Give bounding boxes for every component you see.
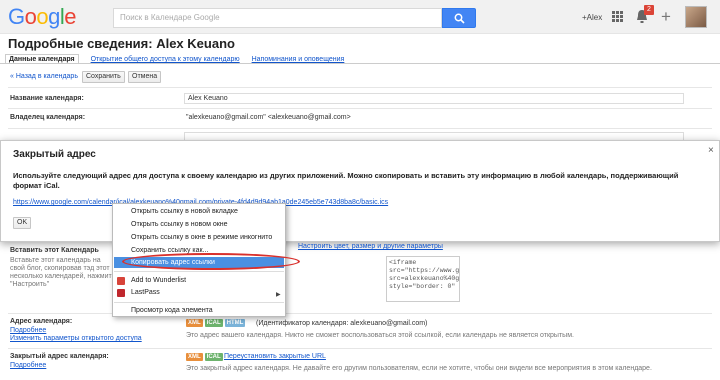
page-title: Подробные сведения: Alex Keuano xyxy=(8,36,235,51)
menu-item-open-new-window[interactable]: Открыть ссылку в новом окне xyxy=(131,221,228,228)
reset-private-urls-link[interactable]: Переустановить закрытые URL xyxy=(224,353,326,360)
embed-label: Вставить этот Календарь xyxy=(10,247,99,254)
divider xyxy=(8,128,712,129)
address-format-tags: XML ICAL HTML xyxy=(186,319,247,327)
private-format-tags: XML ICAL xyxy=(186,353,225,361)
divider xyxy=(8,108,712,109)
avatar[interactable] xyxy=(685,6,707,28)
more-info-link[interactable]: Подробнее xyxy=(10,362,46,369)
share-plus-icon[interactable]: + xyxy=(661,7,671,27)
ical-button[interactable]: ICAL xyxy=(204,319,223,327)
divider xyxy=(8,348,712,349)
embed-desc-line: несколько календарей, нажмите xyxy=(10,273,116,280)
address-description: Это адрес вашего календаря. Никто не смо… xyxy=(186,332,574,339)
menu-separator xyxy=(114,302,284,303)
dialog-instructions: Используйте следующий адрес для доступа … xyxy=(13,171,679,190)
description-field[interactable] xyxy=(184,132,684,140)
lastpass-icon xyxy=(117,289,125,297)
private-address-label: Закрытый адрес календаря: xyxy=(10,353,109,360)
menu-item-inspect-element[interactable]: Просмотр кода элемента xyxy=(131,307,213,314)
highlight-annotation-ellipse xyxy=(122,253,300,270)
private-address-dialog: Закрытый адрес × Используйте следующий а… xyxy=(0,140,720,242)
embed-desc-line: "Настроить" xyxy=(10,281,50,288)
back-to-calendar-link[interactable]: « Назад в календарь xyxy=(10,73,78,80)
more-info-link[interactable]: Подробнее xyxy=(10,327,46,334)
embed-code-textarea[interactable]: <iframe src="https://www.google.com/cale… xyxy=(386,256,460,302)
embed-desc-line: свой блог, скопировав тэд этот xyxy=(10,265,110,272)
menu-separator xyxy=(114,271,284,272)
menu-item-add-to-wunderlist[interactable]: Add to Wunderlist xyxy=(131,277,186,284)
xml-button[interactable]: XML xyxy=(186,353,203,361)
search-button[interactable] xyxy=(442,8,476,28)
close-icon[interactable]: × xyxy=(708,145,714,156)
user-name-link[interactable]: +Alex xyxy=(582,13,602,22)
html-button[interactable]: HTML xyxy=(224,319,246,327)
private-address-description: Это закрытый адрес календаря. Не давайте… xyxy=(186,365,652,372)
apps-grid-icon[interactable] xyxy=(612,11,624,23)
menu-item-open-new-tab[interactable]: Открыть ссылку в новой вкладке xyxy=(131,208,238,215)
calendar-owner-value: "alexkeuano@gmail.com" <alexkeuano@gmail… xyxy=(186,114,351,121)
submenu-arrow-icon: ▶ xyxy=(276,292,281,298)
customize-embed-link[interactable]: Настроить цвет, размер и другие параметр… xyxy=(298,243,443,250)
divider xyxy=(8,87,712,88)
wunderlist-icon xyxy=(117,277,125,285)
calendar-owner-label: Владелец календаря: xyxy=(10,114,86,121)
calendar-name-input[interactable]: Alex Keuano xyxy=(184,93,684,104)
menu-item-open-incognito[interactable]: Открыть ссылку в окне в режиме инкогнито xyxy=(131,234,272,241)
change-sharing-link[interactable]: Изменить параметры открытого доступа xyxy=(10,335,142,342)
ok-button[interactable]: OK xyxy=(13,217,32,229)
search-input[interactable]: Поиск в Календаре Google xyxy=(113,8,442,28)
calendar-name-label: Название календаря: xyxy=(10,95,84,102)
ical-button[interactable]: ICAL xyxy=(204,353,223,361)
google-logo[interactable]: Google xyxy=(8,4,77,30)
tab-divider xyxy=(0,63,720,64)
embed-desc-line: Вставьте этот календарь на xyxy=(10,257,101,264)
dialog-title: Закрытый адрес xyxy=(13,149,96,160)
search-icon xyxy=(454,13,465,24)
cancel-button[interactable]: Отмена xyxy=(128,71,162,83)
calendar-address-label: Адрес календаря: xyxy=(10,318,73,325)
calendar-id-text: (Идентификатор календаря: alexkeuano@gma… xyxy=(256,320,428,327)
menu-item-lastpass[interactable]: LastPass xyxy=(131,289,160,296)
save-button[interactable]: Сохранить xyxy=(82,71,125,83)
xml-button[interactable]: XML xyxy=(186,319,203,327)
notification-badge: 2 xyxy=(644,5,654,15)
